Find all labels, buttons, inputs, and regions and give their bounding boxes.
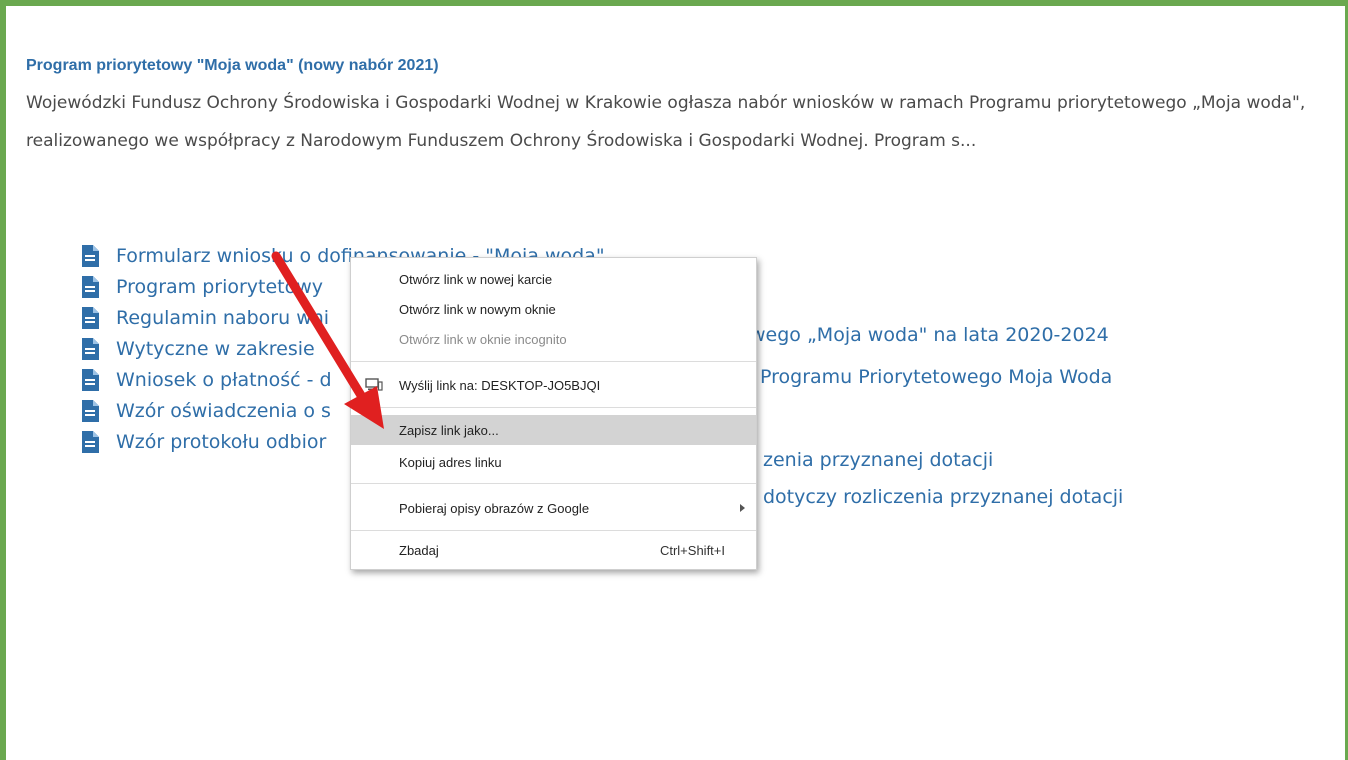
- article-title[interactable]: Program priorytetowy "Moja woda" (nowy n…: [26, 57, 439, 75]
- attachment-link[interactable]: Program priorytetowy: [116, 276, 323, 298]
- menu-item-label: Zapisz link jako...: [399, 422, 499, 438]
- context-menu: Otwórz link w nowej karcie Otwórz link w…: [350, 257, 757, 570]
- menu-separator: [351, 530, 756, 531]
- menu-open-new-tab[interactable]: Otwórz link w nowej karcie: [351, 264, 756, 294]
- attachment-link[interactable]: Wzór oświadczenia o s: [116, 400, 331, 422]
- send-to-device-icon: [365, 378, 383, 391]
- menu-item-label: Otwórz link w nowym oknie: [399, 301, 556, 317]
- attachment-link-tail[interactable]: zenia przyznanej dotacji: [763, 449, 993, 471]
- document-icon: [82, 244, 99, 267]
- menu-open-new-window[interactable]: Otwórz link w nowym oknie: [351, 294, 756, 324]
- menu-copy-link-address[interactable]: Kopiuj adres linku: [351, 447, 756, 477]
- document-icon: [82, 399, 99, 422]
- attachment-link[interactable]: Regulamin naboru wni: [116, 307, 329, 329]
- menu-open-incognito[interactable]: Otwórz link w oknie incognito: [351, 324, 756, 354]
- menu-inspect[interactable]: Zbadaj Ctrl+Shift+I: [351, 535, 756, 565]
- menu-separator: [351, 361, 756, 362]
- menu-image-descriptions[interactable]: Pobieraj opisy obrazów z Google: [351, 493, 756, 523]
- menu-separator: [351, 483, 756, 484]
- menu-item-label: Pobieraj opisy obrazów z Google: [399, 500, 590, 516]
- article-description: Wojewódzki Fundusz Ochrony Środowiska i …: [26, 93, 1306, 151]
- document-icon: [82, 306, 99, 329]
- attachment-link[interactable]: Wniosek o płatność - d: [116, 369, 332, 391]
- menu-item-shortcut: Ctrl+Shift+I: [659, 542, 725, 558]
- menu-save-link-as[interactable]: Zapisz link jako...: [351, 415, 756, 445]
- document-icon: [82, 337, 99, 360]
- document-icon: [82, 430, 99, 453]
- attachment-link[interactable]: Wytyczne w zakresie: [116, 338, 315, 360]
- chevron-right-icon: [740, 504, 745, 512]
- attachment-link-tail[interactable]: Programu Priorytetowego Moja Woda: [760, 366, 1112, 388]
- menu-item-label: Otwórz link w oknie incognito: [399, 331, 567, 347]
- menu-item-label: Kopiuj adres linku: [399, 454, 502, 470]
- menu-item-label: Zbadaj: [399, 542, 439, 558]
- document-icon: [82, 275, 99, 298]
- menu-item-label: Wyślij link na: DESKTOP-JO5BJQI: [399, 377, 601, 393]
- menu-separator: [351, 407, 756, 408]
- document-icon: [82, 368, 99, 391]
- menu-item-label: Otwórz link w nowej karcie: [399, 271, 553, 287]
- menu-send-to-device[interactable]: Wyślij link na: DESKTOP-JO5BJQI: [351, 370, 756, 400]
- attachment-link[interactable]: Wzór protokołu odbior: [116, 431, 326, 453]
- attachment-link-tail[interactable]: dotyczy rozliczenia przyznanej dotacji: [763, 486, 1123, 508]
- attachment-link-tail[interactable]: wego „Moja woda" na lata 2020-2024: [750, 324, 1109, 346]
